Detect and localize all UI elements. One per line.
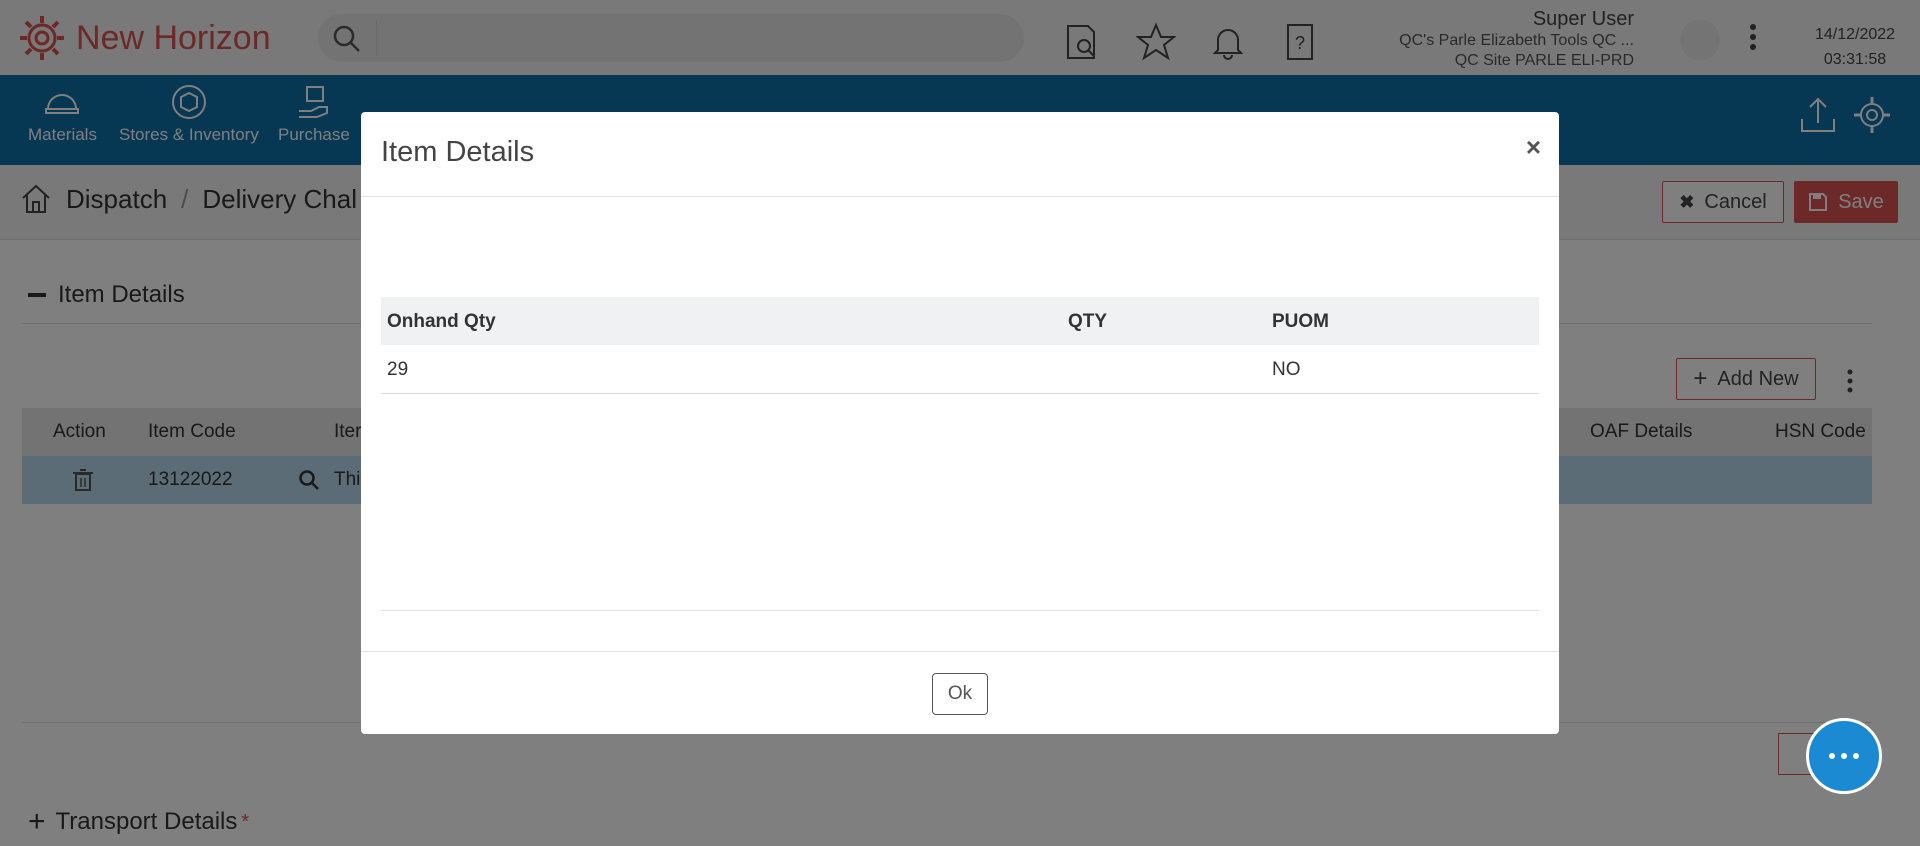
table-row: 29 NO <box>381 345 1539 394</box>
modal-title: Item Details <box>381 136 535 168</box>
onhand-qty-cell: 29 <box>387 359 409 380</box>
modal-table-header: Onhand Qty QTY PUOM <box>381 297 1539 345</box>
column-header: QTY <box>1068 311 1108 332</box>
modal-header-divider <box>361 196 1559 197</box>
puom-cell: NO <box>1272 359 1301 380</box>
column-header: PUOM <box>1272 311 1329 332</box>
modal-table-bottom-divider <box>381 610 1539 611</box>
ok-button[interactable]: Ok <box>932 673 988 715</box>
modal-close-button[interactable]: × <box>1526 132 1541 163</box>
modal-footer-divider <box>361 651 1559 652</box>
column-header: Onhand Qty <box>387 311 496 332</box>
item-details-modal: Item Details × Onhand Qty QTY PUOM 29 NO… <box>361 112 1559 734</box>
chat-button[interactable] <box>1806 718 1882 794</box>
chat-dots-icon <box>1829 753 1859 759</box>
